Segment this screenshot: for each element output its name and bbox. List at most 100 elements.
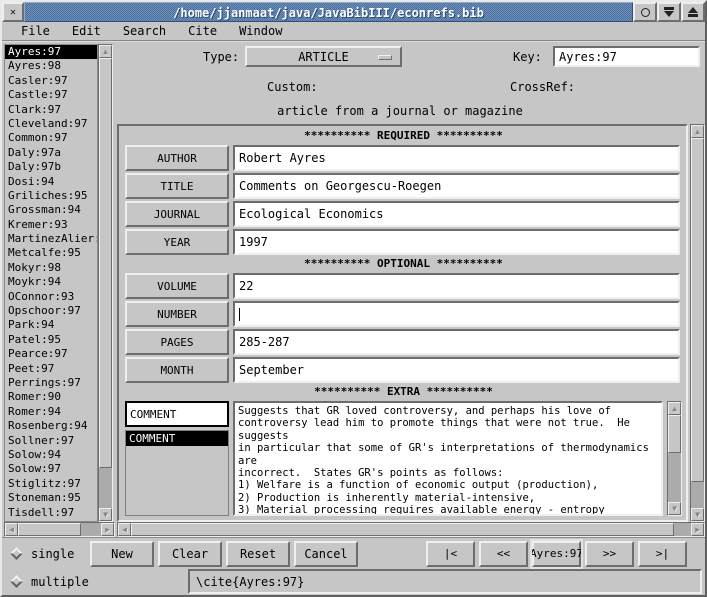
menu-cite[interactable]: Cite — [177, 22, 228, 40]
entry-list-item[interactable]: Sollner:97 — [5, 434, 97, 448]
new-button[interactable]: New — [90, 541, 154, 567]
pages-field-label[interactable]: PAGES — [125, 329, 229, 355]
comment-vscroll-thumb[interactable] — [668, 415, 681, 453]
main-hscroll-thumb[interactable] — [131, 523, 674, 536]
title-field-label[interactable]: TITLE — [125, 173, 229, 199]
entry-list-item[interactable]: Common:97 — [5, 131, 97, 145]
cite-command-field[interactable]: \cite{Ayres:97} — [188, 569, 702, 594]
nav-prev-button[interactable]: << — [479, 541, 528, 567]
entry-list-item[interactable]: Cleveland:97 — [5, 117, 97, 131]
comment-textarea[interactable]: Suggests that GR loved controversy, and … — [233, 401, 663, 516]
menu-edit[interactable]: Edit — [61, 22, 112, 40]
list-vscroll-track[interactable] — [99, 58, 112, 508]
nav-current-entry-button[interactable]: Ayres:97 — [532, 541, 581, 567]
clear-button[interactable]: Clear — [158, 541, 222, 567]
entry-list-item[interactable]: Kremer:93 — [5, 218, 97, 232]
comment-vscroll-up-arrow-icon[interactable]: ▲ — [668, 402, 681, 415]
month-field-label[interactable]: MONTH — [125, 357, 229, 383]
entry-list-item[interactable]: Stoneman:95 — [5, 491, 97, 505]
list-hscroll-track[interactable] — [18, 523, 101, 536]
comment-vscrollbar[interactable]: ▲ ▼ — [667, 401, 682, 516]
number-field-input[interactable] — [233, 301, 680, 327]
menu-window[interactable]: Window — [228, 22, 293, 40]
menu-file[interactable]: File — [10, 22, 61, 40]
list-hscroll-right-arrow-icon[interactable]: ▶ — [101, 523, 114, 536]
reset-button[interactable]: Reset — [226, 541, 290, 567]
entry-list-item[interactable]: Opschoor:97 — [5, 304, 97, 318]
main-hscroll-left-arrow-icon[interactable]: ◀ — [118, 523, 131, 536]
entry-list-item[interactable]: Stiglitz:97 — [5, 477, 97, 491]
volume-field-label[interactable]: VOLUME — [125, 273, 229, 299]
nav-last-button[interactable]: >| — [638, 541, 687, 567]
comment-vscroll-down-arrow-icon[interactable]: ▼ — [668, 502, 681, 515]
entry-list-item[interactable]: Romer:90 — [5, 390, 97, 404]
cancel-button[interactable]: Cancel — [294, 541, 358, 567]
entry-list-item[interactable]: MartinezAlier:97 — [5, 232, 97, 246]
entry-list-item[interactable]: Ayres:97 — [5, 45, 97, 59]
list-hscroll-left-arrow-icon[interactable]: ◀ — [5, 523, 18, 536]
entry-list-item[interactable]: Grossman:94 — [5, 203, 97, 217]
entry-list-item[interactable]: Solow:97 — [5, 462, 97, 476]
month-field-input[interactable] — [233, 357, 680, 383]
volume-field-input[interactable] — [233, 273, 680, 299]
main-vscroll-thumb[interactable] — [691, 138, 704, 482]
single-mode-radio[interactable]: single — [2, 547, 90, 561]
title-field-input[interactable] — [233, 173, 680, 199]
type-dropdown[interactable]: ARTICLE — [245, 46, 402, 67]
close-button[interactable]: ✕ — [2, 2, 24, 22]
list-vscroll-up-arrow-icon[interactable]: ▲ — [99, 45, 112, 58]
main-hscrollbar[interactable]: ◀ ▶ — [117, 522, 705, 537]
nav-first-button[interactable]: |< — [426, 541, 475, 567]
raise-button[interactable] — [681, 2, 705, 22]
journal-field-input[interactable] — [233, 201, 680, 227]
entry-list-item[interactable]: Griliches:95 — [5, 189, 97, 203]
list-vscroll-thumb[interactable] — [99, 58, 112, 468]
entry-list-item[interactable]: Romer:94 — [5, 405, 97, 419]
extra-field-name-input[interactable] — [125, 401, 229, 427]
entry-list-item[interactable]: Perrings:97 — [5, 376, 97, 390]
entry-list-item[interactable]: Solow:94 — [5, 448, 97, 462]
entry-list-item[interactable]: Park:94 — [5, 318, 97, 332]
entry-list-item[interactable]: Daly:97a — [5, 146, 97, 160]
main-hscroll-right-arrow-icon[interactable]: ▶ — [691, 523, 704, 536]
main-vscroll-track[interactable] — [691, 138, 704, 508]
entry-list-item[interactable]: Metcalfe:95 — [5, 246, 97, 260]
nav-next-button[interactable]: >> — [585, 541, 634, 567]
list-hscrollbar[interactable]: ◀ ▶ — [4, 522, 115, 537]
entry-list-item[interactable]: Mokyr:98 — [5, 261, 97, 275]
year-field-input[interactable] — [233, 229, 680, 255]
entry-list-item[interactable]: Daly:97b — [5, 160, 97, 174]
author-field-label[interactable]: AUTHOR — [125, 145, 229, 171]
entry-list-item[interactable]: Peet:97 — [5, 362, 97, 376]
main-vscroll-down-arrow-icon[interactable]: ▼ — [691, 508, 704, 521]
entry-list-item[interactable]: Moykr:94 — [5, 275, 97, 289]
entry-list-item[interactable]: Tisdell:97 — [5, 506, 97, 520]
entry-list-item[interactable]: Pearce:97 — [5, 347, 97, 361]
number-field-label[interactable]: NUMBER — [125, 301, 229, 327]
entry-list-item[interactable]: Ayres:98 — [5, 59, 97, 73]
pages-field-input[interactable] — [233, 329, 680, 355]
comment-vscroll-track[interactable] — [668, 415, 681, 502]
year-field-label[interactable]: YEAR — [125, 229, 229, 255]
entry-list-item[interactable]: Dosi:94 — [5, 175, 97, 189]
entry-list-item[interactable]: Clark:97 — [5, 103, 97, 117]
author-field-input[interactable] — [233, 145, 680, 171]
key-input[interactable] — [553, 46, 700, 67]
main-vscrollbar[interactable]: ▲ ▼ — [690, 124, 705, 522]
list-vscrollbar[interactable]: ▲ ▼ — [98, 44, 113, 522]
list-hscroll-thumb[interactable] — [18, 523, 81, 536]
main-vscroll-up-arrow-icon[interactable]: ▲ — [691, 125, 704, 138]
journal-field-label[interactable]: JOURNAL — [125, 201, 229, 227]
list-vscroll-down-arrow-icon[interactable]: ▼ — [99, 508, 112, 521]
main-hscroll-track[interactable] — [131, 523, 691, 536]
lower-button[interactable] — [657, 2, 681, 22]
menu-search[interactable]: Search — [112, 22, 177, 40]
entry-list-item[interactable]: Patel:95 — [5, 333, 97, 347]
entry-list-item[interactable]: OConnor:93 — [5, 290, 97, 304]
entry-list-item[interactable]: Rosenberg:94 — [5, 419, 97, 433]
extra-field-list-item[interactable]: COMMENT — [126, 431, 228, 446]
entry-list-item[interactable]: Castle:97 — [5, 88, 97, 102]
entry-list-item[interactable]: Casler:97 — [5, 74, 97, 88]
multiple-mode-radio[interactable]: multiple — [2, 575, 188, 589]
iconify-button[interactable] — [633, 2, 657, 22]
